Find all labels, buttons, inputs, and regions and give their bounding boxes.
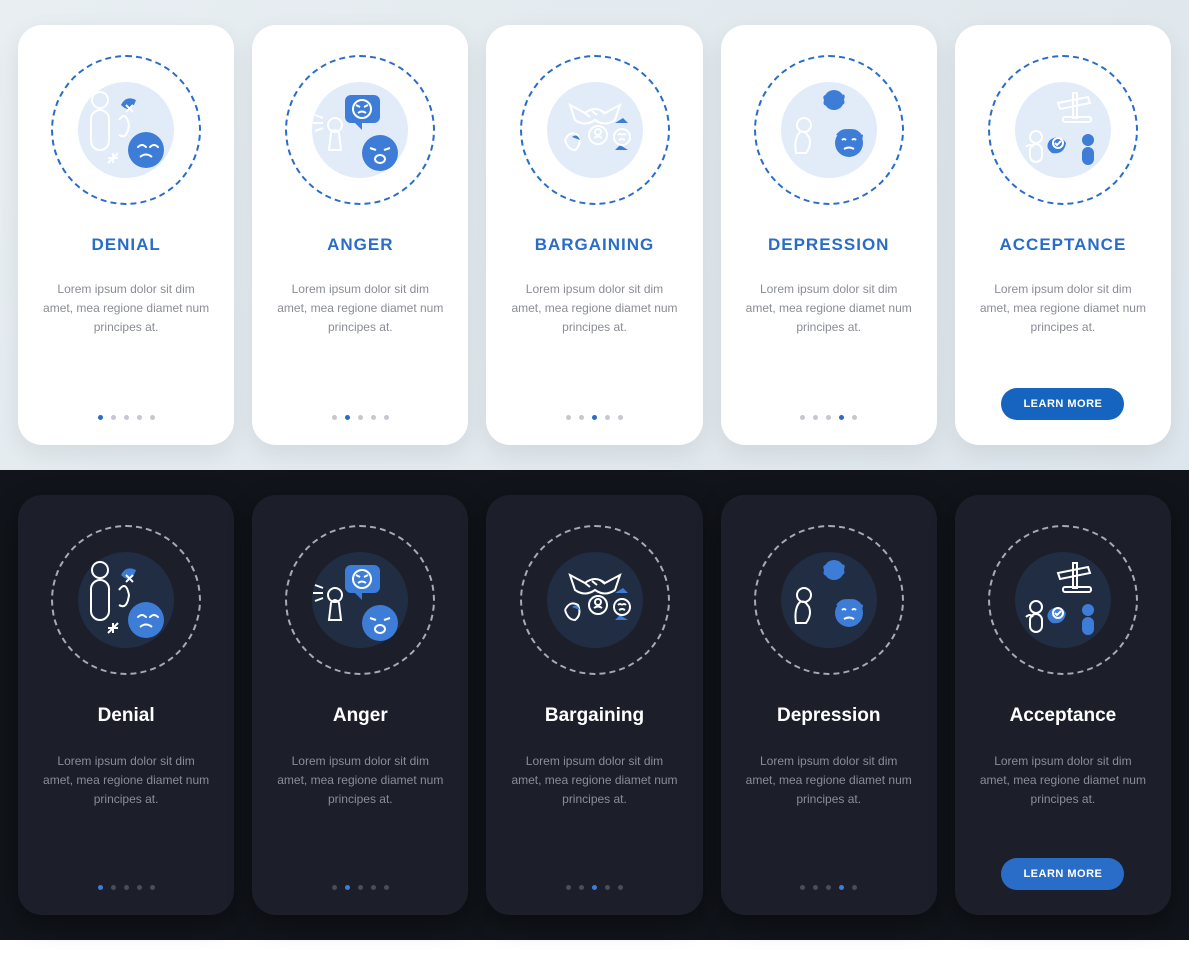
card-desc: Lorem ipsum dolor sit dim amet, mea regi…	[275, 280, 445, 338]
pagination-dot[interactable]	[332, 415, 337, 420]
pagination-dots	[800, 885, 857, 890]
pagination-dot[interactable]	[358, 885, 363, 890]
pagination-dot[interactable]	[345, 415, 350, 420]
pagination-dots	[332, 415, 389, 420]
pagination-dot[interactable]	[800, 415, 805, 420]
card-title: Depression	[777, 705, 880, 727]
card-desc: Lorem ipsum dolor sit dim amet, mea regi…	[41, 752, 211, 810]
pagination-dots	[98, 415, 155, 420]
pagination-dots	[566, 415, 623, 420]
card-desc: Lorem ipsum dolor sit dim amet, mea regi…	[744, 752, 914, 810]
pagination-dot[interactable]	[384, 885, 389, 890]
denial-icon: .st{stroke:#2a6dc8;stroke-width:2;}.stw{…	[51, 55, 201, 205]
card-title: DENIAL	[91, 235, 160, 255]
pagination-dot[interactable]	[371, 885, 376, 890]
pagination-dot[interactable]	[358, 415, 363, 420]
card-title: Anger	[333, 705, 388, 727]
card-title: Acceptance	[1010, 705, 1117, 727]
pagination-dot[interactable]	[124, 415, 129, 420]
pagination-dots	[800, 415, 857, 420]
pagination-dot[interactable]	[618, 885, 623, 890]
card-depression: .st{stroke:#fff;stroke-width:2;}.stw{str…	[721, 495, 937, 915]
card-title: Bargaining	[545, 705, 644, 727]
pagination-dot[interactable]	[137, 885, 142, 890]
pagination-dot[interactable]	[98, 415, 103, 420]
anger-icon: .st{stroke:#fff;stroke-width:2;}.stw{str…	[285, 525, 435, 675]
pagination-dot[interactable]	[124, 885, 129, 890]
card-title: ANGER	[327, 235, 393, 255]
card-denial: .st{stroke:#2a6dc8;stroke-width:2;}.stw{…	[18, 25, 234, 445]
pagination-dot[interactable]	[566, 415, 571, 420]
bargaining-icon: .st{stroke:#fff;stroke-width:2;}.stw{str…	[520, 525, 670, 675]
pagination-dot[interactable]	[137, 415, 142, 420]
light-section: .st{stroke:#2a6dc8;stroke-width:2;}.stw{…	[0, 0, 1189, 470]
pagination-dot[interactable]	[813, 885, 818, 890]
pagination-dot[interactable]	[852, 885, 857, 890]
pagination-dot[interactable]	[384, 415, 389, 420]
depression-icon: .st{stroke:#2a6dc8;stroke-width:2;}.stw{…	[754, 55, 904, 205]
pagination-dots	[98, 885, 155, 890]
card-title: BARGAINING	[535, 235, 655, 255]
learn-more-button[interactable]: LEARN MORE	[1001, 388, 1124, 420]
card-title: Denial	[98, 705, 155, 727]
learn-more-button[interactable]: LEARN MORE	[1001, 858, 1124, 890]
anger-icon: .st{stroke:#2a6dc8;stroke-width:2;}.stw{…	[285, 55, 435, 205]
acceptance-icon: .st{stroke:#fff;stroke-width:2;}.stw{str…	[988, 525, 1138, 675]
pagination-dot[interactable]	[345, 885, 350, 890]
card-desc: Lorem ipsum dolor sit dim amet, mea regi…	[744, 280, 914, 338]
pagination-dot[interactable]	[852, 415, 857, 420]
dark-section: .st{stroke:#fff;stroke-width:2;}.stw{str…	[0, 470, 1189, 940]
card-title: DEPRESSION	[768, 235, 889, 255]
pagination-dot[interactable]	[566, 885, 571, 890]
card-desc: Lorem ipsum dolor sit dim amet, mea regi…	[275, 752, 445, 810]
pagination-dot[interactable]	[371, 415, 376, 420]
card-bargaining: .st{stroke:#2a6dc8;stroke-width:2;}.stw{…	[486, 25, 702, 445]
card-acceptance: .st{stroke:#2a6dc8;stroke-width:2;}.stw{…	[955, 25, 1171, 445]
card-desc: Lorem ipsum dolor sit dim amet, mea regi…	[978, 752, 1148, 810]
pagination-dot[interactable]	[150, 415, 155, 420]
pagination-dot[interactable]	[813, 415, 818, 420]
denial-icon: .st{stroke:#fff;stroke-width:2;}.stw{str…	[51, 525, 201, 675]
card-depression: .st{stroke:#2a6dc8;stroke-width:2;}.stw{…	[721, 25, 937, 445]
acceptance-icon: .st{stroke:#2a6dc8;stroke-width:2;}.stw{…	[988, 55, 1138, 205]
card-desc: Lorem ipsum dolor sit dim amet, mea regi…	[41, 280, 211, 338]
card-title: ACCEPTANCE	[1000, 235, 1127, 255]
card-desc: Lorem ipsum dolor sit dim amet, mea regi…	[510, 280, 680, 338]
pagination-dots	[566, 885, 623, 890]
pagination-dot[interactable]	[826, 885, 831, 890]
card-bargaining: .st{stroke:#fff;stroke-width:2;}.stw{str…	[486, 495, 702, 915]
card-denial: .st{stroke:#fff;stroke-width:2;}.stw{str…	[18, 495, 234, 915]
pagination-dot[interactable]	[150, 885, 155, 890]
pagination-dot[interactable]	[618, 415, 623, 420]
card-anger: .st{stroke:#fff;stroke-width:2;}.stw{str…	[252, 495, 468, 915]
card-anger: .st{stroke:#2a6dc8;stroke-width:2;}.stw{…	[252, 25, 468, 445]
card-desc: Lorem ipsum dolor sit dim amet, mea regi…	[978, 280, 1148, 338]
bargaining-icon: .st{stroke:#2a6dc8;stroke-width:2;}.stw{…	[520, 55, 670, 205]
pagination-dot[interactable]	[826, 415, 831, 420]
pagination-dot[interactable]	[111, 415, 116, 420]
pagination-dot[interactable]	[605, 885, 610, 890]
pagination-dot[interactable]	[111, 885, 116, 890]
pagination-dots	[332, 885, 389, 890]
card-acceptance: .st{stroke:#fff;stroke-width:2;}.stw{str…	[955, 495, 1171, 915]
depression-icon: .st{stroke:#fff;stroke-width:2;}.stw{str…	[754, 525, 904, 675]
pagination-dot[interactable]	[592, 415, 597, 420]
pagination-dot[interactable]	[579, 885, 584, 890]
pagination-dot[interactable]	[839, 885, 844, 890]
pagination-dot[interactable]	[579, 415, 584, 420]
pagination-dot[interactable]	[592, 885, 597, 890]
card-desc: Lorem ipsum dolor sit dim amet, mea regi…	[510, 752, 680, 810]
pagination-dot[interactable]	[605, 415, 610, 420]
pagination-dot[interactable]	[332, 885, 337, 890]
pagination-dot[interactable]	[800, 885, 805, 890]
pagination-dot[interactable]	[839, 415, 844, 420]
pagination-dot[interactable]	[98, 885, 103, 890]
